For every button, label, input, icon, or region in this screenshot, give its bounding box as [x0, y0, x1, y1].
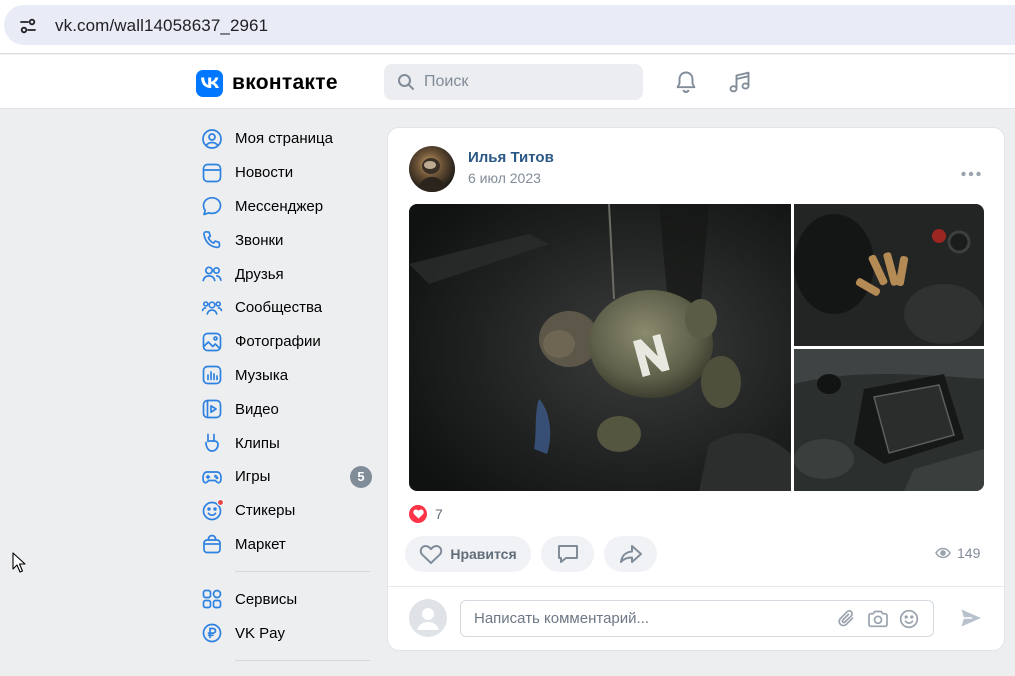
- share-icon: [619, 543, 643, 565]
- news-icon: [201, 162, 223, 184]
- emoji-icon[interactable]: [899, 609, 919, 629]
- sidebar-item-photos[interactable]: Фотографии: [196, 325, 376, 359]
- stickers-notification-dot: [217, 498, 224, 506]
- nav-divider: [235, 571, 370, 573]
- mouse-cursor-icon: [12, 552, 26, 574]
- profile-icon: [201, 128, 223, 150]
- reactions-count: 7: [435, 506, 443, 522]
- sidebar-item-label: Клипы: [235, 434, 280, 452]
- attach-icon[interactable]: [837, 609, 857, 629]
- photos-icon: [201, 331, 223, 353]
- games-icon: [201, 466, 223, 488]
- games-badge: 5: [350, 465, 372, 488]
- search-input[interactable]: Поиск: [384, 64, 643, 100]
- sidebar-item-music[interactable]: Музыка: [196, 359, 376, 393]
- sidebar-item-label: Сервисы: [235, 590, 298, 608]
- site-info-icon[interactable]: [18, 16, 38, 36]
- share-button[interactable]: [604, 536, 657, 572]
- heart-outline-icon: [419, 543, 443, 565]
- sidebar-item-clips[interactable]: Клипы: [196, 426, 376, 460]
- bell-icon[interactable]: [673, 69, 699, 95]
- post-photo-2[interactable]: [794, 204, 984, 346]
- post-divider: [388, 586, 1004, 587]
- browser-address-bar: vk.com/wall14058637_2961: [0, 0, 1015, 54]
- url-text: vk.com/wall14058637_2961: [55, 16, 269, 35]
- sidebar-item-label: Стикеры: [235, 502, 296, 520]
- sidebar-item-friends[interactable]: Друзья: [196, 257, 376, 291]
- sidebar-item-communities[interactable]: Сообщества: [196, 291, 376, 325]
- heart-reaction-icon: [409, 505, 427, 523]
- post-photo-3[interactable]: [794, 349, 984, 491]
- sidebar-item-label: Фотографии: [235, 333, 321, 351]
- sidebar-item-vk-pay[interactable]: VK Pay: [196, 616, 376, 650]
- url-field[interactable]: vk.com/wall14058637_2961: [4, 5, 1015, 45]
- left-navigation: Моя страница Новости Мессенджер Звонки Д…: [196, 122, 376, 671]
- sidebar-item-label: Звонки: [235, 231, 284, 249]
- services-icon: [201, 588, 223, 610]
- friends-icon: [201, 263, 223, 285]
- sidebar-item-label: Моя страница: [235, 130, 333, 148]
- sidebar-item-my-page[interactable]: Моя страница: [196, 122, 376, 156]
- sidebar-item-games[interactable]: Игры 5: [196, 460, 376, 494]
- sidebar-item-label: Мессенджер: [235, 197, 324, 215]
- send-icon[interactable]: [959, 606, 983, 630]
- sidebar-item-label: Видео: [235, 400, 279, 418]
- music-icon: [201, 364, 223, 386]
- comment-input[interactable]: Написать комментарий...: [460, 600, 934, 637]
- more-options-icon[interactable]: [960, 165, 982, 177]
- music-note-icon[interactable]: [727, 69, 753, 95]
- sidebar-item-services[interactable]: Сервисы: [196, 582, 376, 616]
- sidebar-item-news[interactable]: Новости: [196, 156, 376, 190]
- sidebar-item-market[interactable]: Маркет: [196, 528, 376, 562]
- sidebar-item-messenger[interactable]: Мессенджер: [196, 190, 376, 224]
- comment-placeholder: Написать комментарий...: [474, 610, 650, 627]
- communities-icon: [201, 297, 223, 319]
- sidebar-item-label: Друзья: [235, 265, 284, 283]
- search-icon: [397, 73, 415, 91]
- search-placeholder: Поиск: [424, 73, 469, 90]
- sidebar-item-label: Музыка: [235, 366, 289, 384]
- nav-divider: [235, 659, 370, 661]
- author-avatar[interactable]: [409, 146, 455, 192]
- vk-logo-text: вконтакте: [232, 71, 338, 94]
- vk-logo[interactable]: вконтакте: [196, 69, 338, 97]
- like-button-label: Нравится: [450, 546, 517, 562]
- comment-button[interactable]: [541, 536, 594, 572]
- comment-icon: [556, 543, 580, 565]
- messenger-icon: [201, 195, 223, 217]
- like-button[interactable]: Нравится: [405, 536, 531, 572]
- sidebar-item-stickers[interactable]: Стикеры: [196, 494, 376, 528]
- wall-post: Илья Титов 6 июл 2023 7 Нравится 149 Нап…: [387, 127, 1005, 651]
- market-icon: [201, 533, 223, 555]
- sidebar-item-video[interactable]: Видео: [196, 392, 376, 426]
- sidebar-item-label: Игры: [235, 468, 271, 486]
- sidebar-item-calls[interactable]: Звонки: [196, 223, 376, 257]
- current-user-avatar: [409, 599, 447, 637]
- reactions-summary[interactable]: 7: [409, 505, 443, 523]
- phone-icon: [201, 229, 223, 251]
- sidebar-item-label: Маркет: [235, 535, 286, 553]
- views-counter: 149: [935, 545, 980, 561]
- sidebar-item-label: VK Pay: [235, 624, 286, 642]
- camera-icon[interactable]: [867, 609, 888, 629]
- post-date[interactable]: 6 июл 2023: [468, 170, 541, 186]
- eye-icon: [935, 547, 951, 559]
- vk-header: вконтакте Поиск: [0, 55, 1015, 109]
- vk-logo-icon: [196, 69, 223, 97]
- sidebar-item-label: Сообщества: [235, 299, 323, 317]
- stickers-icon: [201, 498, 224, 522]
- video-icon: [201, 398, 223, 420]
- post-photo-main[interactable]: [409, 204, 791, 491]
- views-count: 149: [957, 545, 981, 561]
- post-author-link[interactable]: Илья Титов: [468, 149, 554, 166]
- vkpay-icon: [201, 622, 223, 644]
- clips-icon: [201, 432, 223, 454]
- sidebar-item-label: Новости: [235, 164, 294, 182]
